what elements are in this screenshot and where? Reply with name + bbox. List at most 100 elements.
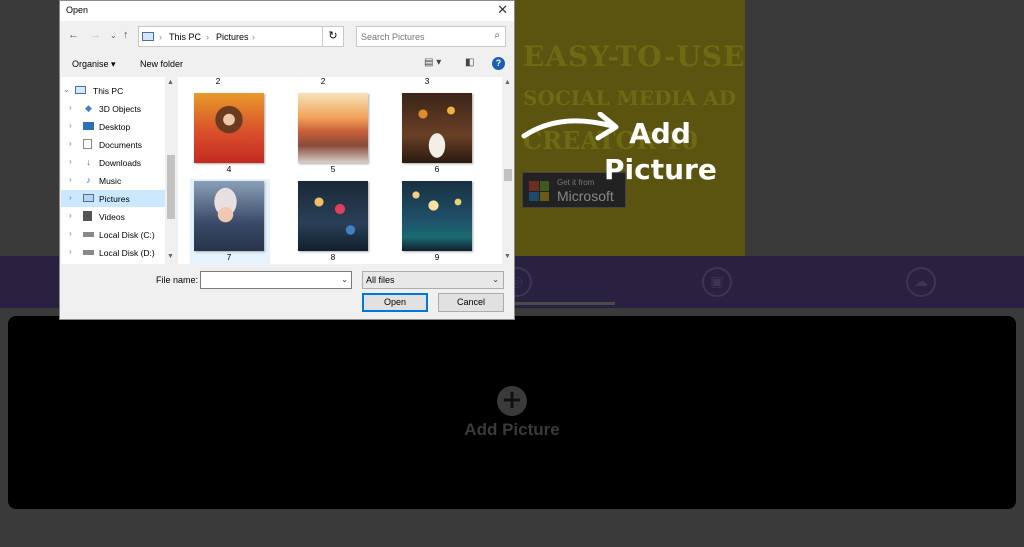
file-label: 5 [330,164,336,174]
back-arrow-icon[interactable]: ← [68,29,79,41]
refresh-icon[interactable]: ↻ [322,26,344,47]
disk-icon [83,250,94,255]
tree-item-documents[interactable]: › Documents [61,136,165,153]
toolbar-cloud-upload-icon[interactable]: ☁ [906,267,936,297]
file-type-filter[interactable]: All files ⌄ [362,271,504,289]
search-icon[interactable]: ⌕ [494,30,500,41]
new-folder-button[interactable]: New folder [140,59,183,69]
expand-chevron-icon[interactable]: ⌄ [63,85,70,94]
tree-item-3d-objects[interactable]: › ◆ 3D Objects [61,100,165,117]
microsoft-logo-icon [529,181,549,201]
scrollbar-thumb[interactable] [167,155,175,219]
forward-arrow-icon[interactable]: → [90,29,101,41]
desktop-icon [83,122,94,130]
cube-icon: ◆ [85,103,92,113]
tree-item-pictures[interactable]: › Pictures [61,190,165,207]
command-bar: Organise ▾ New folder ▤ ▾ ◧ ? [60,53,514,75]
cancel-button[interactable]: Cancel [438,293,504,312]
file-label: 8 [330,252,336,262]
file-label: 3 [424,77,430,86]
recent-locations-chevron-icon[interactable]: ⌄ [110,31,117,40]
file-type-value: All files [366,275,395,285]
file-list: 2 2 3 4 5 6 7 8 9 [178,77,502,264]
chevron-down-icon[interactable]: ⌄ [492,275,499,284]
preview-pane-icon[interactable]: ◧ [465,57,474,68]
tree-item-label: This PC [93,86,124,96]
expand-chevron-icon[interactable]: › [69,193,72,202]
tree-item-local-disk-c[interactable]: › Local Disk (C:) [61,226,165,243]
search-input[interactable] [361,30,486,43]
scroll-up-icon[interactable]: ▲ [167,79,174,86]
scroll-up-icon[interactable]: ▲ [504,79,511,86]
file-label: 7 [226,252,232,262]
navigation-pane: ⌄ This PC › ◆ 3D Objects › Desktop › Doc… [61,77,177,264]
expand-chevron-icon[interactable]: › [69,157,72,166]
tree-item-music[interactable]: › ♪ Music [61,172,165,189]
banner-line-1: EASY-TO-USE [523,40,745,73]
image-thumbnail-6[interactable] [402,93,472,163]
address-bar[interactable]: › This PC › Pictures › ⌄ [138,26,344,47]
breadcrumb-this-pc[interactable]: This PC [169,32,201,42]
banner-line-2: SOCIAL MEDIA AD [523,86,737,110]
scrollbar-thumb[interactable] [504,169,512,181]
annotation-line-2: Picture [604,153,717,186]
store-badge-small-text: Get it from [557,178,595,187]
close-icon[interactable]: ✕ [497,2,508,18]
tree-item-label: Downloads [99,158,142,168]
open-button[interactable]: Open [362,293,428,312]
help-icon[interactable]: ? [492,57,505,70]
open-file-dialog: Open ✕ ← → ⌄ ↑ › This PC › Pictures › ⌄ … [59,0,515,320]
search-box[interactable]: ⌕ [356,26,506,47]
tree-item-label: Local Disk (C:) [99,230,155,240]
tree-item-label: Videos [99,212,125,222]
video-icon [83,211,92,221]
expand-chevron-icon[interactable]: › [69,229,72,238]
tree-item-label: Desktop [99,122,131,132]
expand-chevron-icon[interactable]: › [69,211,72,220]
file-label: 6 [434,164,440,174]
music-icon: ♪ [86,175,91,185]
breadcrumb-separator: › [206,32,209,42]
file-list-scrollbar[interactable]: ▲ ▼ [502,77,514,264]
chevron-down-icon[interactable]: ⌄ [341,275,348,284]
file-name-input[interactable] [203,274,333,286]
scroll-down-icon[interactable]: ▼ [504,253,511,260]
image-thumbnail-4[interactable] [194,93,264,163]
tree-item-label: 3D Objects [99,104,142,114]
image-thumbnail-5[interactable] [298,93,368,163]
navigation-bar: ← → ⌄ ↑ › This PC › Pictures › ⌄ ↻ ⌕ [60,23,514,51]
navigation-scrollbar[interactable]: ▲ ▼ [165,77,177,264]
image-thumbnail-7[interactable] [194,181,264,251]
tree-item-desktop[interactable]: › Desktop [61,118,165,135]
tree-item-downloads[interactable]: › ↓ Downloads [61,154,165,171]
address-pc-icon [142,32,154,41]
tree-item-label: Local Disk (D:) [99,248,155,258]
add-picture-label[interactable]: Add Picture [440,420,584,440]
image-thumbnail-9[interactable] [402,181,472,251]
toolbar-photo-icon[interactable]: ▣ [702,267,732,297]
document-icon [83,139,92,149]
tree-item-local-disk-d[interactable]: › Local Disk (D:) [61,244,165,261]
organise-button[interactable]: Organise ▾ [72,59,116,70]
dialog-title: Open [66,5,89,15]
file-name-combo[interactable]: ⌄ [200,271,352,289]
expand-chevron-icon[interactable]: › [69,247,72,256]
expand-chevron-icon[interactable]: › [69,139,72,148]
active-tab-underline [515,302,615,305]
image-thumbnail-8[interactable] [298,181,368,251]
expand-chevron-icon[interactable]: › [69,175,72,184]
expand-chevron-icon[interactable]: › [69,103,72,112]
tree-item-videos[interactable]: › Videos [61,208,165,225]
breadcrumb-pictures[interactable]: Pictures [216,32,249,42]
add-picture-plus-icon[interactable]: + [497,386,527,416]
dialog-titlebar[interactable]: Open ✕ [60,1,514,21]
view-options-icon[interactable]: ▤ ▾ [424,57,441,68]
pictures-icon [83,194,94,202]
tree-item-label: Music [99,176,122,186]
tree-item-this-pc[interactable]: ⌄ This PC [61,82,165,99]
expand-chevron-icon[interactable]: › [69,121,72,130]
scroll-down-icon[interactable]: ▼ [167,253,174,260]
file-label: 9 [434,252,440,262]
breadcrumb-separator: › [159,32,162,42]
up-arrow-icon[interactable]: ↑ [123,29,129,41]
